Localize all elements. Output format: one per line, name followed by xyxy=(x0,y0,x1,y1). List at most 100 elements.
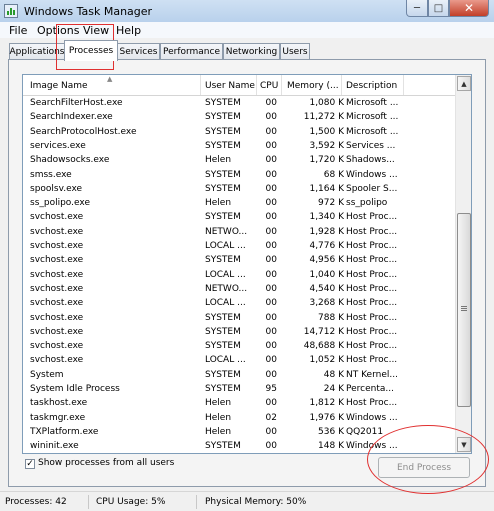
menu-file[interactable]: File xyxy=(9,24,27,37)
list-header: ▲ Image Name User Name CPU Memory (... D… xyxy=(23,75,455,96)
table-row[interactable]: svchost.exe SYSTEM 00 4,956 K Host Proc... xyxy=(23,253,455,267)
tab-networking[interactable]: Networking xyxy=(223,43,280,59)
table-row[interactable]: SearchIndexer.exe SYSTEM 00 11,272 K Microso… xyxy=(23,110,455,124)
menu-help[interactable]: Help xyxy=(116,24,141,37)
table-row[interactable]: taskhost.exe Helen 00 1,812 K Host Proc... xyxy=(23,396,455,410)
row-name: services.exe xyxy=(30,140,86,151)
row-name: svchost.exe xyxy=(30,298,84,309)
row-desc: Shadows... xyxy=(346,155,395,166)
table-row[interactable]: smss.exe SYSTEM 00 68 K Windows ... xyxy=(23,168,455,182)
vertical-scrollbar[interactable]: ▲ ▼ xyxy=(455,75,471,453)
row-user: Helen xyxy=(205,398,232,409)
minimize-button[interactable]: ─ xyxy=(406,0,428,17)
scroll-up-button[interactable]: ▲ xyxy=(457,76,471,91)
row-user: LOCAL ... xyxy=(205,298,246,309)
row-cpu: 00 xyxy=(265,426,277,437)
row-mem: 1,040 K xyxy=(309,269,344,280)
tab-performance[interactable]: Performance xyxy=(160,43,223,59)
table-row[interactable]: spoolsv.exe SYSTEM 00 1,164 K Spooler S... xyxy=(23,182,455,196)
table-row[interactable]: svchost.exe SYSTEM 00 1,340 K Host Proc... xyxy=(23,210,455,224)
maximize-button[interactable]: □ xyxy=(428,0,449,17)
row-name: System xyxy=(30,369,64,380)
row-name: svchost.exe xyxy=(30,212,84,223)
row-user: SYSTEM xyxy=(205,212,241,223)
row-user: SYSTEM xyxy=(205,183,241,194)
end-process-button[interactable]: End Process xyxy=(378,457,470,478)
row-cpu: 00 xyxy=(265,312,277,323)
row-user: SYSTEM xyxy=(205,441,241,452)
tab-services[interactable]: Services xyxy=(117,43,160,59)
row-cpu: 00 xyxy=(265,183,277,194)
checkmark-icon: ✓ xyxy=(26,459,34,469)
row-user: NETWO... xyxy=(205,283,248,294)
table-row[interactable]: taskmgr.exe Helen 02 1,976 K Windows ... xyxy=(23,411,455,425)
column-image-name[interactable]: Image Name xyxy=(30,81,200,91)
tab-users[interactable]: Users xyxy=(280,43,310,59)
row-cpu: 00 xyxy=(265,369,277,380)
column-cpu[interactable]: CPU xyxy=(260,81,280,91)
row-user: Helen xyxy=(205,155,232,166)
table-row[interactable]: svchost.exe SYSTEM 00 14,712 K Host Proc... xyxy=(23,325,455,339)
row-user: SYSTEM xyxy=(205,341,241,352)
table-row[interactable]: TXPlatform.exe Helen 00 536 K QQ2011 xyxy=(23,425,455,439)
table-row[interactable]: Shadowsocks.exe Helen 00 1,720 K Shadows... xyxy=(23,153,455,167)
row-cpu: 00 xyxy=(265,255,277,266)
row-user: SYSTEM xyxy=(205,326,241,337)
row-mem: 3,268 K xyxy=(309,298,344,309)
table-row[interactable]: svchost.exe SYSTEM 00 48,688 K Host Proc... xyxy=(23,339,455,353)
tab-applications[interactable]: Applications xyxy=(9,43,65,59)
window-title: Windows Task Manager xyxy=(24,5,153,18)
table-row[interactable]: svchost.exe LOCAL ... 00 4,776 K Host Proc..… xyxy=(23,239,455,253)
column-user-name[interactable]: User Name xyxy=(205,81,255,91)
row-desc: Host Proc... xyxy=(346,298,398,309)
row-mem: 1,052 K xyxy=(309,355,344,366)
process-list[interactable]: ▲ Image Name User Name CPU Memory (... D… xyxy=(22,74,472,454)
minimize-icon: ─ xyxy=(413,2,421,14)
row-desc: Services ... xyxy=(346,140,396,151)
row-name: SearchFilterHost.exe xyxy=(30,98,123,108)
table-row[interactable]: System SYSTEM 00 48 K NT Kernel... xyxy=(23,368,455,382)
scroll-down-button[interactable]: ▼ xyxy=(457,437,471,452)
row-user: LOCAL ... xyxy=(205,269,246,280)
row-mem: 1,976 K xyxy=(309,412,344,423)
row-user: SYSTEM xyxy=(205,126,241,137)
column-memory[interactable]: Memory (... xyxy=(287,81,341,91)
row-mem: 68 K xyxy=(323,169,344,180)
menu-view[interactable]: View xyxy=(83,24,109,37)
table-row[interactable]: svchost.exe NETWO... 00 1,928 K Host Proc... xyxy=(23,225,455,239)
row-desc: Host Proc... xyxy=(346,283,398,294)
menu-options[interactable]: Options xyxy=(37,24,79,37)
row-name: taskmgr.exe xyxy=(30,412,86,423)
row-desc: Host Proc... xyxy=(346,355,398,366)
table-row[interactable]: svchost.exe SYSTEM 00 788 K Host Proc... xyxy=(23,311,455,325)
tab-processes[interactable]: Processes xyxy=(64,40,118,61)
status-physical-memory: Physical Memory: 50% xyxy=(205,497,307,507)
row-mem: 24 K xyxy=(323,384,344,394)
row-desc: Host Proc... xyxy=(346,312,398,323)
row-mem: 788 K xyxy=(318,312,344,323)
row-cpu: 00 xyxy=(265,226,277,237)
row-cpu: 00 xyxy=(265,140,277,151)
table-row[interactable]: svchost.exe LOCAL ... 00 3,268 K Host Proc..… xyxy=(23,296,455,310)
row-cpu: 00 xyxy=(265,298,277,309)
row-user: SYSTEM xyxy=(205,255,241,266)
table-row[interactable]: svchost.exe LOCAL ... 00 1,040 K Host Proc..… xyxy=(23,268,455,282)
table-row[interactable]: SearchFilterHost.exe SYSTEM 00 1,080 K Micro… xyxy=(23,96,455,110)
row-user: LOCAL ... xyxy=(205,241,246,251)
row-cpu: 00 xyxy=(265,155,277,166)
table-row[interactable]: svchost.exe LOCAL ... 00 1,052 K Host Proc..… xyxy=(23,353,455,367)
scroll-thumb[interactable] xyxy=(457,213,471,407)
table-row[interactable]: ss_polipo.exe Helen 00 972 Kss_polipo xyxy=(23,196,455,210)
table-row[interactable]: System Idle Process SYSTEM 95 24 K Percenta.… xyxy=(23,382,455,396)
row-user: SYSTEM xyxy=(205,369,241,380)
table-row[interactable]: services.exe SYSTEM 00 3,592 K Services ... xyxy=(23,139,455,153)
menu-bar: File Options View Help xyxy=(0,22,494,38)
table-row[interactable]: wininit.exe SYSTEM 00 148 K Windows ... xyxy=(23,439,455,453)
show-all-users-checkbox[interactable]: ✓ xyxy=(25,459,35,469)
row-mem: 1,720 K xyxy=(309,155,344,166)
close-button[interactable]: ✕ xyxy=(449,0,489,17)
row-name: svchost.exe xyxy=(30,355,84,366)
table-row[interactable]: svchost.exe NETWO... 00 4,540 K Host Proc... xyxy=(23,282,455,296)
table-row[interactable]: SearchProtocolHost.exe SYSTEM 00 1,500 K Mic… xyxy=(23,125,455,139)
column-description[interactable]: Description xyxy=(346,81,402,91)
